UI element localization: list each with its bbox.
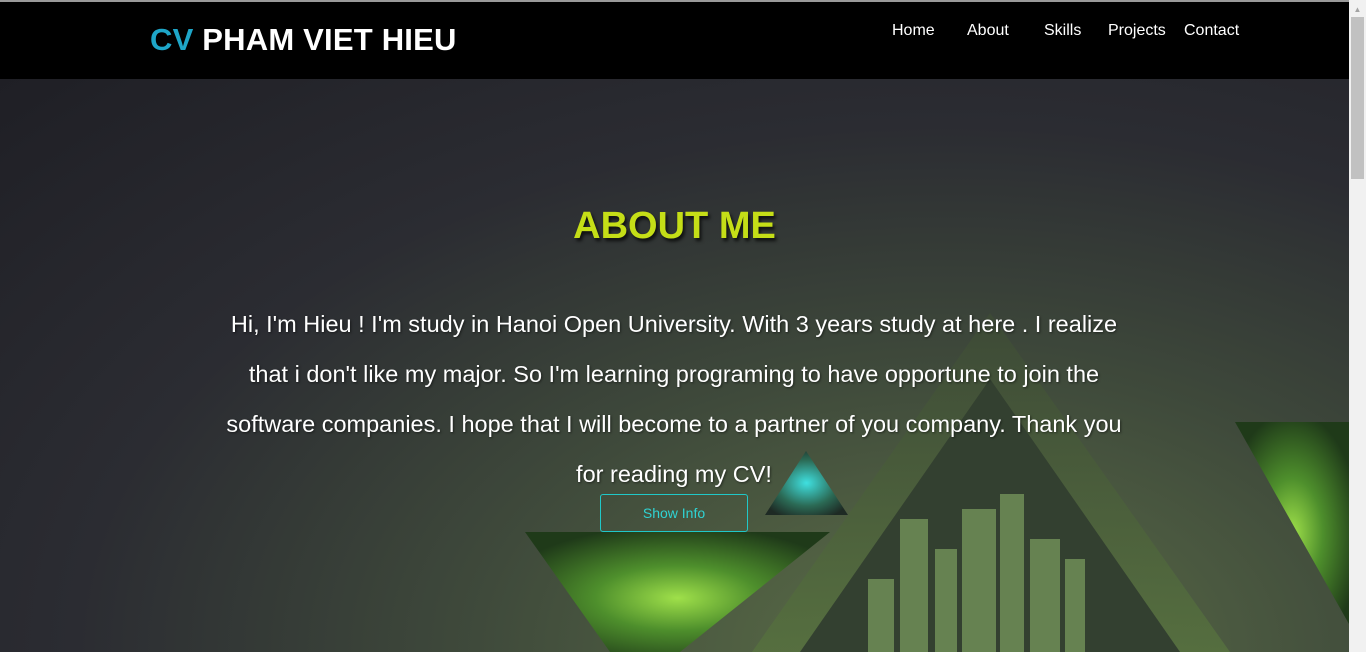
nav-link-projects[interactable]: Projects (1108, 22, 1166, 40)
about-section: ABOUT ME Hi, I'm Hieu ! I'm study in Han… (0, 79, 1349, 652)
main-nav: Home About Skills Projects Contact (0, 22, 1349, 42)
show-info-button[interactable]: Show Info (600, 494, 748, 532)
navbar: CV PHAM VIET HIEU Home About Skills Proj… (0, 2, 1349, 79)
scroll-up-arrow-icon[interactable]: ▲ (1349, 3, 1366, 17)
nav-link-contact[interactable]: Contact (1184, 22, 1239, 40)
scrollbar-thumb[interactable] (1351, 17, 1364, 179)
nav-link-about[interactable]: About (967, 22, 1009, 40)
about-paragraph: Hi, I'm Hieu ! I'm study in Hanoi Open U… (226, 310, 1122, 487)
vertical-scrollbar[interactable]: ▲ (1349, 0, 1366, 652)
nav-link-home[interactable]: Home (892, 22, 935, 40)
nav-link-skills[interactable]: Skills (1044, 22, 1081, 40)
about-title: ABOUT ME (573, 205, 776, 248)
